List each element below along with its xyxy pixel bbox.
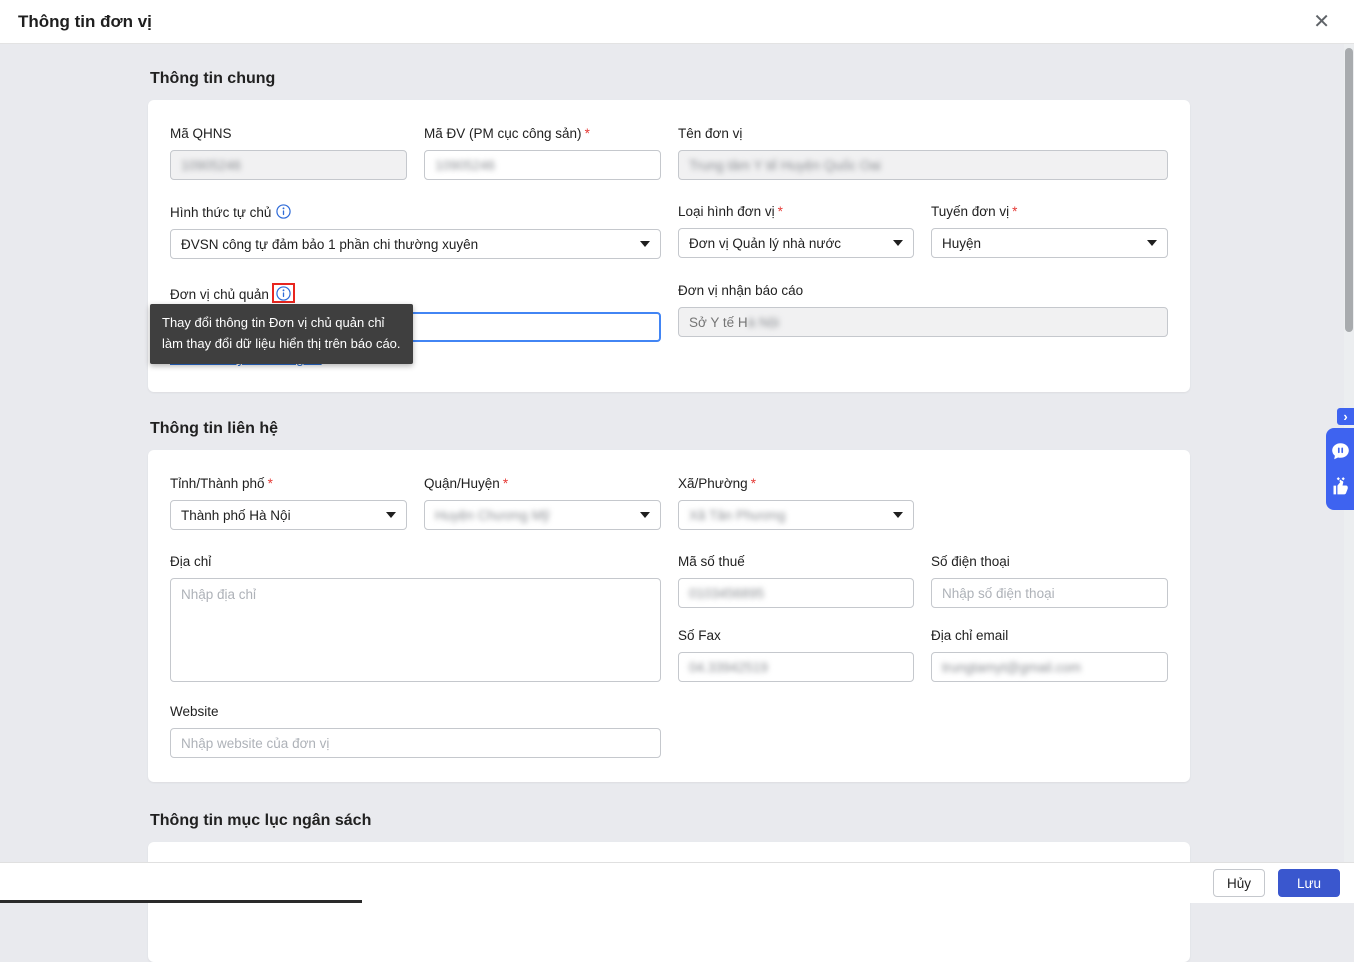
dia-chi-label: Địa chỉ xyxy=(170,554,661,569)
required-marker: * xyxy=(751,476,756,491)
rating-thumbs-up-icon[interactable] xyxy=(1330,476,1351,497)
field-dia-chi: Địa chỉ xyxy=(170,554,661,682)
required-marker: * xyxy=(778,204,783,219)
section-title-contact: Thông tin liên hệ xyxy=(150,420,1190,438)
chevron-down-icon xyxy=(640,512,650,518)
field-email: Địa chỉ email trungtamyt@gmail.com xyxy=(931,628,1168,682)
required-marker: * xyxy=(1012,204,1017,219)
loai-hinh-label: Loại hình đơn vị xyxy=(678,204,775,219)
field-so-dien-thoai: Số điện thoại xyxy=(931,554,1168,608)
so-dien-thoai-label: Số điện thoại xyxy=(931,554,1168,569)
so-dien-thoai-input[interactable] xyxy=(931,578,1168,608)
chevron-down-icon xyxy=(893,240,903,246)
ma-qhns-label: Mã QHNS xyxy=(170,126,407,141)
tinh-select[interactable]: Thành phố Hà Nội xyxy=(170,500,407,530)
hinh-thuc-label: Hình thức tự chủ xyxy=(170,205,271,220)
scrollbar-thumb[interactable] xyxy=(1345,48,1353,332)
ten-don-vi-input: Trung tâm Y tế Huyện Quốc Oai xyxy=(678,150,1168,180)
general-card: Mã QHNS 10905246 Mã ĐV (PM cục công sản)… xyxy=(148,100,1190,392)
tuyen-select[interactable]: Huyện xyxy=(931,228,1168,258)
chat-support-icon[interactable] xyxy=(1330,441,1351,462)
chevron-right-icon: › xyxy=(1343,409,1347,424)
required-marker: * xyxy=(268,476,273,491)
xa-select[interactable]: Xã Tân Phương xyxy=(678,500,914,530)
required-marker: * xyxy=(503,476,508,491)
so-fax-input[interactable]: 04.33942519 xyxy=(678,652,914,682)
field-quan-huyen: Quận/Huyện* Huyện Chương Mỹ xyxy=(424,476,661,530)
close-icon[interactable]: ✕ xyxy=(1307,10,1336,34)
field-ma-dv: Mã ĐV (PM cục công sản)* 10905246 xyxy=(424,126,661,180)
ma-dv-input[interactable]: 10905246 xyxy=(424,150,661,180)
chevron-down-icon xyxy=(893,512,903,518)
section-title-general: Thông tin chung xyxy=(150,70,1190,88)
website-label: Website xyxy=(170,704,661,719)
email-label: Địa chỉ email xyxy=(931,628,1168,643)
field-ma-so-thue: Mã số thuế 0103456895 xyxy=(678,554,914,608)
loai-hinh-select[interactable]: Đơn vị Quản lý nhà nước xyxy=(678,228,914,258)
nhan-bao-cao-input: Sở Y tế H à Nội xyxy=(678,307,1168,337)
modal-body: Thông tin chung Mã QHNS 10905246 Mã ĐV (… xyxy=(0,44,1354,862)
required-marker: * xyxy=(585,126,590,141)
info-icon[interactable] xyxy=(276,204,291,219)
quan-label: Quận/Huyện xyxy=(424,476,500,491)
field-tuyen-don-vi: Tuyến đơn vị* Huyện xyxy=(931,204,1168,259)
nhan-bao-cao-label: Đơn vị nhận báo cáo xyxy=(678,283,1168,298)
info-icon[interactable] xyxy=(276,286,291,301)
chevron-down-icon xyxy=(1147,240,1157,246)
highlight-red-box xyxy=(272,283,295,303)
field-tinh-thanh-pho: Tỉnh/Thành phố* Thành phố Hà Nội xyxy=(170,476,407,530)
save-button[interactable]: Lưu xyxy=(1278,869,1340,897)
contact-card: Tỉnh/Thành phố* Thành phố Hà Nội Quận/Hu… xyxy=(148,450,1190,782)
field-so-fax: Số Fax 04.33942519 xyxy=(678,628,914,682)
chevron-down-icon xyxy=(640,241,650,247)
tooltip: Thay đổi thông tin Đơn vị chủ quản chỉ l… xyxy=(150,304,413,364)
chu-quan-label: Đơn vị chủ quản xyxy=(170,287,269,302)
field-don-vi-chu-quan: Đơn vị chủ quản Thay đổi thông tin Đơn v… xyxy=(170,283,661,368)
hinh-thuc-select[interactable]: ĐVSN công tự đảm bảo 1 phần chi thường x… xyxy=(170,229,661,259)
modal-header: Thông tin đơn vị ✕ xyxy=(0,0,1354,44)
field-website: Website xyxy=(170,704,661,758)
field-xa-phuong: Xã/Phường* Xã Tân Phương xyxy=(678,476,914,530)
chevron-down-icon xyxy=(386,512,396,518)
field-ten-don-vi: Tên đơn vị Trung tâm Y tế Huyện Quốc Oai xyxy=(678,126,1168,180)
ma-so-thue-input[interactable]: 0103456895 xyxy=(678,578,914,608)
tuyen-label: Tuyến đơn vị xyxy=(931,204,1009,219)
dia-chi-textarea[interactable] xyxy=(170,578,661,682)
email-input[interactable]: trungtamyt@gmail.com xyxy=(931,652,1168,682)
so-fax-label: Số Fax xyxy=(678,628,914,643)
cancel-button[interactable]: Hủy xyxy=(1213,869,1265,897)
field-hinh-thuc-tu-chu: Hình thức tự chủ ĐVSN công tự đảm bảo 1 … xyxy=(170,204,661,259)
tinh-label: Tỉnh/Thành phố xyxy=(170,476,265,491)
quan-select[interactable]: Huyện Chương Mỹ xyxy=(424,500,661,530)
field-loai-hinh: Loại hình đơn vị* Đơn vị Quản lý nhà nướ… xyxy=(678,204,914,259)
modal-footer: Hủy Lưu xyxy=(0,862,1354,903)
xa-label: Xã/Phường xyxy=(678,476,748,491)
section-title-budget: Thông tin mục lục ngân sách xyxy=(150,812,1190,830)
support-widget xyxy=(1326,428,1354,510)
ma-dv-label: Mã ĐV (PM cục công sản) xyxy=(424,126,582,141)
modal-title: Thông tin đơn vị xyxy=(18,12,152,32)
field-nhan-bao-cao: Đơn vị nhận báo cáo Sở Y tế H à Nội xyxy=(678,283,1168,368)
widget-collapse-tab[interactable]: › xyxy=(1337,408,1354,425)
ma-qhns-input: 10905246 xyxy=(170,150,407,180)
ma-so-thue-label: Mã số thuế xyxy=(678,554,914,569)
ten-don-vi-label: Tên đơn vị xyxy=(678,126,1168,141)
website-input[interactable] xyxy=(170,728,661,758)
field-ma-qhns: Mã QHNS 10905246 xyxy=(170,126,407,180)
